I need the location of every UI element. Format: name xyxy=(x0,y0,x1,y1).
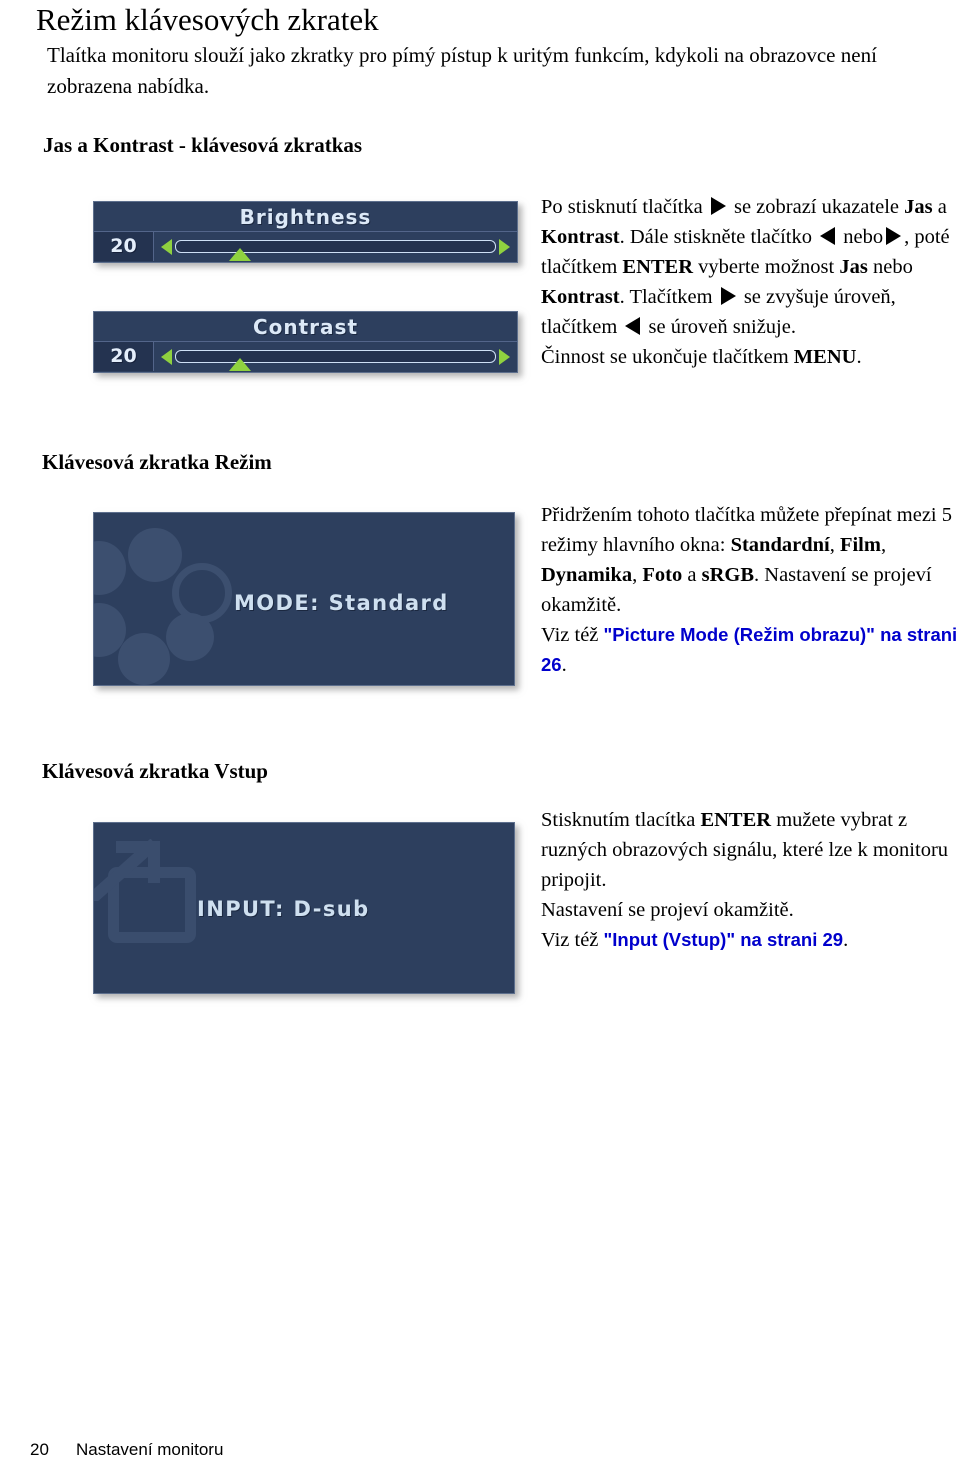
page-title: Režim klávesových zkratek xyxy=(36,2,379,37)
increase-arrow-icon[interactable] xyxy=(499,348,510,365)
text-run: a xyxy=(682,564,702,586)
osd-contrast-track-wrap[interactable] xyxy=(154,342,517,371)
manual-page: Režim klávesových zkratek Tlaítka monito… xyxy=(0,0,960,1478)
osd-contrast-knob[interactable] xyxy=(228,358,251,371)
heading-brightness-contrast: Jas a Kontrast - klávesová zkratkas xyxy=(43,133,363,157)
mode-option-srgb: sRGB xyxy=(701,564,755,586)
mode-option-film: Film xyxy=(839,534,881,556)
text-run: se úroveň snižuje. xyxy=(648,316,796,338)
brightness-contrast-description: Po stisknutí tlačítka se zobrazí ukazate… xyxy=(541,192,960,372)
text-run: , xyxy=(632,564,643,586)
right-arrow-icon xyxy=(886,227,902,245)
page-footer: 20 Nastavení monitoru xyxy=(30,1440,223,1460)
osd-mode-label: MODE: Standard xyxy=(234,591,449,615)
text-run: a xyxy=(932,196,947,218)
text-run: . xyxy=(561,654,567,676)
text-run: nebo xyxy=(843,226,884,248)
heading-mode-hotkey: Klávesová zkratka Režim xyxy=(42,450,272,474)
increase-arrow-icon[interactable] xyxy=(499,238,510,255)
osd-brightness-panel: Brightness 20 xyxy=(93,201,518,263)
osd-brightness-row: 20 xyxy=(94,232,517,261)
term-kontrast: Kontrast xyxy=(541,226,620,248)
osd-contrast-track[interactable] xyxy=(175,350,496,371)
term-jas: Jas xyxy=(839,256,868,278)
text-run: se zobrazí ukazatele xyxy=(733,196,899,218)
decrease-arrow-icon[interactable] xyxy=(161,238,172,255)
mode-option-dynamika: Dynamika xyxy=(541,564,633,586)
decorative-circle-icon xyxy=(118,633,170,685)
decrease-arrow-icon[interactable] xyxy=(161,348,172,365)
mode-option-foto: Foto xyxy=(642,564,683,586)
osd-contrast-panel: Contrast 20 xyxy=(93,311,518,373)
left-arrow-icon xyxy=(820,227,836,245)
decorative-circle-icon xyxy=(128,528,182,582)
term-enter: ENTER xyxy=(700,809,772,831)
term-jas: Jas xyxy=(904,196,933,218)
osd-brightness-knob[interactable] xyxy=(228,248,251,261)
text-run: Nastavení se projeví okamžitě. xyxy=(541,899,794,921)
text-run: . xyxy=(843,929,849,951)
cross-reference-link-picture-mode[interactable]: "Picture Mode (Režim obrazu)" na strani … xyxy=(541,624,957,675)
osd-input-label: INPUT: D-sub xyxy=(197,897,370,921)
term-kontrast: Kontrast xyxy=(541,286,620,308)
text-run: , xyxy=(829,534,840,556)
text-run: , xyxy=(880,534,887,556)
term-enter: ENTER xyxy=(622,256,694,278)
text-run: Viz též xyxy=(541,929,604,951)
osd-brightness-track-wrap[interactable] xyxy=(154,232,517,261)
text-run: . Tlačítkem xyxy=(619,286,713,308)
mode-option-standard: Standardní xyxy=(730,534,830,556)
text-run: Stisknutím tlacítka xyxy=(541,809,701,831)
footer-section-name: Nastavení monitoru xyxy=(76,1440,224,1459)
heading-input-hotkey: Klávesová zkratka Vstup xyxy=(42,759,268,783)
diagonal-arrow-icon xyxy=(94,839,160,901)
intro-paragraph: Tlaítka monitoru slouží jako zkratky pro… xyxy=(47,43,877,98)
footer-page-number: 20 xyxy=(30,1440,49,1459)
osd-contrast-value: 20 xyxy=(94,342,154,371)
osd-brightness-title: Brightness xyxy=(94,202,517,232)
right-arrow-icon xyxy=(710,197,726,215)
osd-input-panel: INPUT: D-sub xyxy=(93,822,515,994)
decorative-circle-icon xyxy=(94,541,126,595)
text-run: . xyxy=(856,346,862,368)
left-arrow-icon xyxy=(625,317,641,335)
osd-contrast-title: Contrast xyxy=(94,312,517,342)
decorative-circle-icon xyxy=(166,613,214,661)
text-run: Po stisknutí tlačítka xyxy=(541,196,703,218)
text-run: vyberte možnost xyxy=(698,256,835,278)
osd-contrast-row: 20 xyxy=(94,342,517,371)
osd-brightness-value: 20 xyxy=(94,232,154,261)
text-run: nebo xyxy=(872,256,913,278)
osd-mode-panel: MODE: Standard xyxy=(93,512,515,686)
term-menu: MENU xyxy=(793,346,857,368)
right-arrow-icon xyxy=(720,287,736,305)
text-run: Činnost se ukončuje tlačítkem xyxy=(541,346,789,368)
input-hotkey-description: Stisknutím tlacítka ENTER mužete vybrat … xyxy=(541,805,960,955)
cross-reference-link-input[interactable]: "Input (Vstup)" na strani 29 xyxy=(604,929,844,950)
text-run: Viz též xyxy=(541,624,604,646)
osd-brightness-track[interactable] xyxy=(175,240,496,261)
mode-hotkey-description: Přidržením tohoto tlačítka můžete přepín… xyxy=(541,500,960,680)
text-run: . Dále stiskněte tlačítko xyxy=(619,226,812,248)
